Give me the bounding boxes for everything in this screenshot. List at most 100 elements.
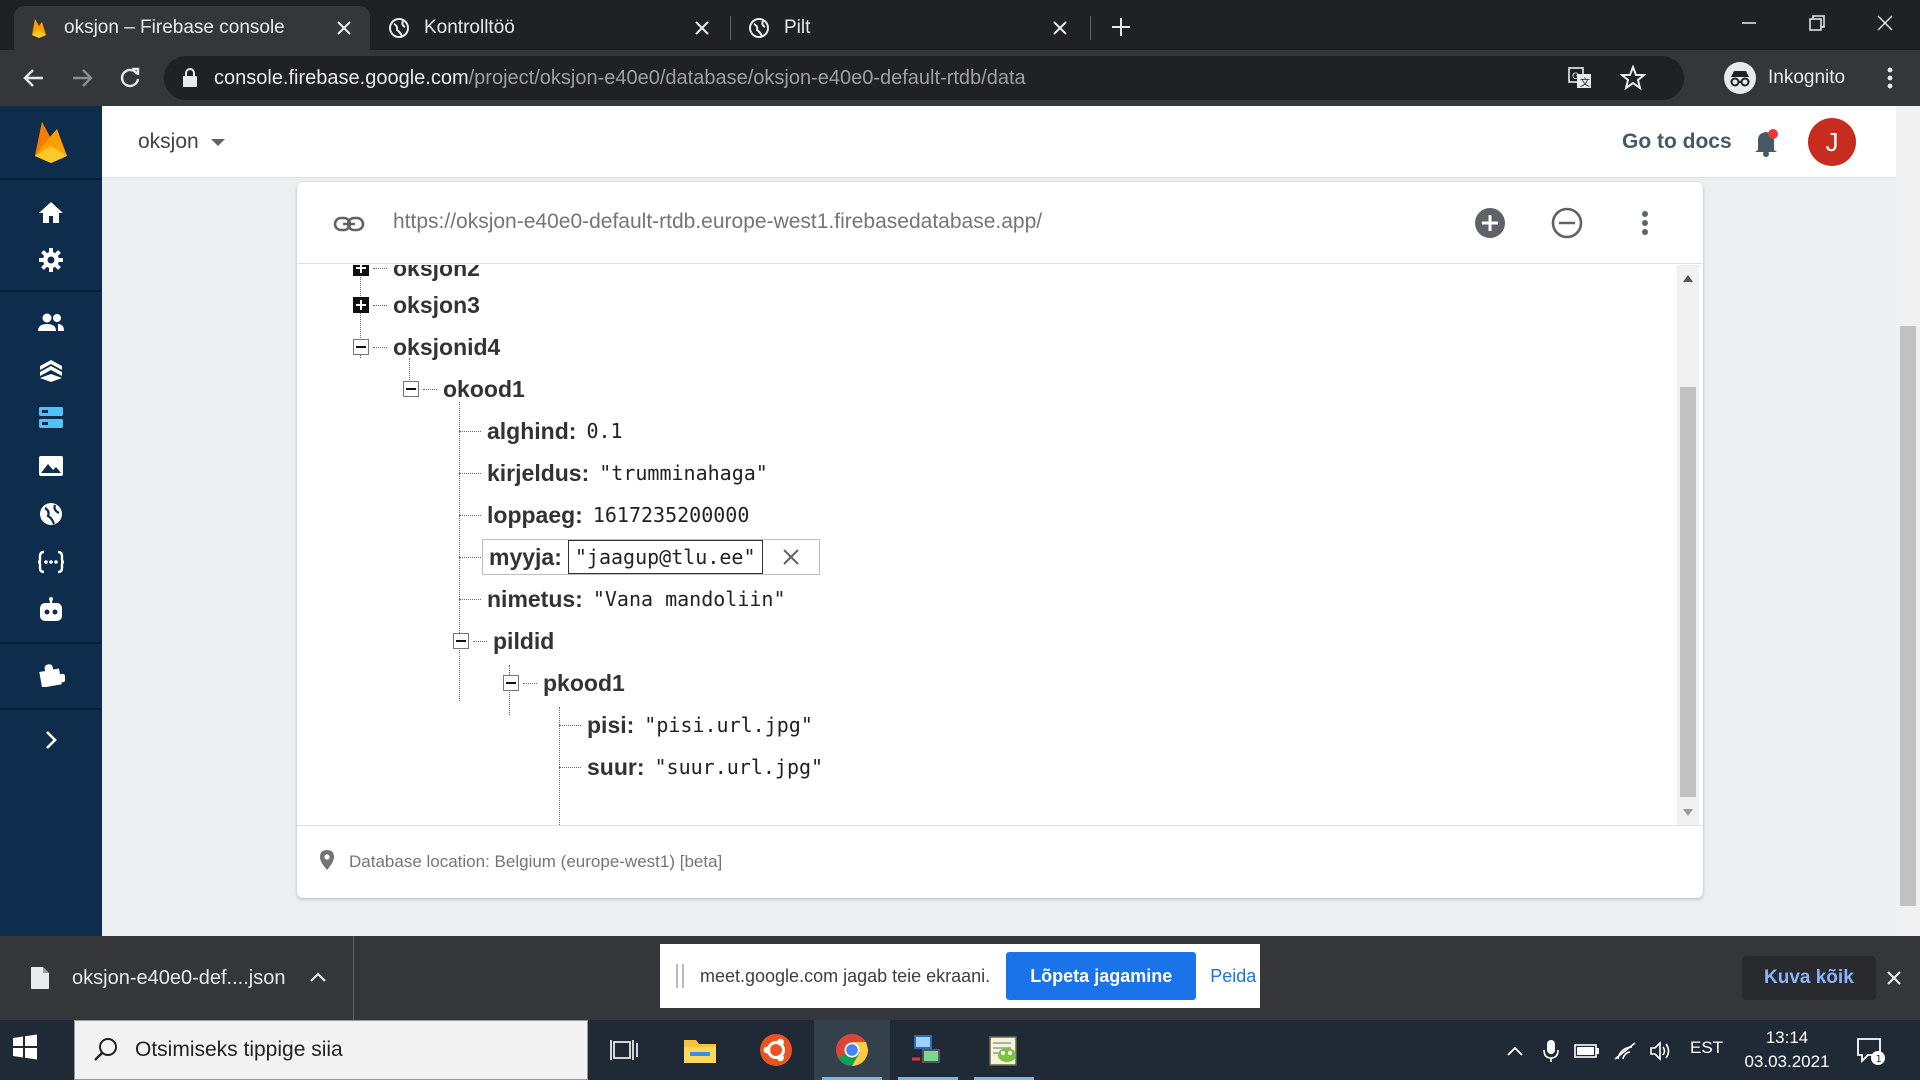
hide-button[interactable]: Peida [1210,966,1256,987]
tree-leaf-suur[interactable]: suur: "suur.url.jpg" [559,750,823,784]
browser-toolbar: console.firebase.google.com/project/oksj… [0,50,1920,106]
leaf-value[interactable]: 1617235200000 [593,503,750,527]
wifi-icon[interactable] [1612,1038,1638,1064]
volume-icon[interactable] [1648,1038,1674,1064]
chevron-up-icon[interactable] [306,966,330,990]
realtime-database-icon[interactable] [35,402,67,434]
scroll-down-arrow-icon[interactable] [1683,809,1693,816]
expand-node-icon[interactable] [353,265,369,276]
leaf-value[interactable]: "suur.url.jpg" [655,755,824,779]
edit-value-input[interactable]: "jaagup@tlu.ee" [567,540,763,574]
firebase-logo-icon[interactable] [32,120,70,164]
bookmark-star-icon[interactable] [1619,64,1647,91]
stop-sharing-button[interactable]: Lõpeta jagamine [1006,952,1197,1000]
incognito-indicator[interactable]: Inkognito [1718,56,1859,100]
action-center-icon[interactable]: 1 [1856,1036,1886,1066]
chrome-menu-button[interactable] [1874,62,1906,94]
chrome-taskbar-icon[interactable] [814,1020,890,1080]
network-app-icon[interactable] [890,1020,966,1080]
expand-sidebar-chevron-icon[interactable] [35,724,67,756]
reload-button[interactable] [114,62,146,94]
hosting-globe-icon[interactable] [35,498,67,530]
close-window-button[interactable] [1862,8,1908,38]
tab-title: oksjon – Firebase console [64,17,285,38]
tree-leaf-nimetus[interactable]: nimetus: "Vana mandoliin" [459,582,786,616]
drag-handle-icon[interactable] [676,964,684,988]
taskbar-search-box[interactable]: Otsimiseks tippige siia [74,1020,588,1080]
sidebar-divider [0,642,102,644]
tree-node-oksjon3[interactable]: oksjon3 [353,288,480,322]
close-downloads-bar-icon[interactable] [1880,964,1908,992]
collapse-node-icon[interactable] [353,339,369,355]
close-tab-icon[interactable] [690,16,714,40]
tree-scrollbar[interactable] [1677,265,1699,825]
tab-pilt[interactable]: Pilt [734,6,1086,50]
close-tab-icon[interactable] [1048,16,1072,40]
tree-leaf-loppaeg[interactable]: loppaeg: 1617235200000 [459,498,749,532]
page-scrollbar[interactable] [1896,106,1920,936]
leaf-value[interactable]: 0.1 [586,419,622,443]
back-button[interactable] [18,62,50,94]
settings-gear-icon[interactable] [35,244,67,276]
tab-firebase-console[interactable]: oksjon – Firebase console [14,6,370,50]
leaf-key: suur: [587,753,645,780]
tree-node-oksjonid4[interactable]: oksjonid4 [353,330,500,364]
tree-leaf-pisi[interactable]: pisi: "pisi.url.jpg" [559,708,813,742]
page-scrollbar-thumb[interactable] [1900,326,1916,906]
download-item[interactable]: oksjon-e40e0-def....json [0,936,354,1020]
show-hidden-icons-chevron-icon[interactable] [1502,1038,1528,1064]
scroll-up-arrow-icon[interactable] [1683,275,1693,282]
tree-node-pkood1[interactable]: pkood1 [503,666,625,700]
lock-icon[interactable] [182,68,200,88]
notepad-plus-plus-icon[interactable] [966,1020,1042,1080]
extensions-puzzle-icon[interactable] [35,658,67,690]
microphone-icon[interactable] [1538,1038,1564,1064]
close-tab-icon[interactable] [332,16,356,40]
expand-node-icon[interactable] [353,297,369,313]
task-view-icon[interactable] [586,1020,662,1080]
scrollbar-thumb[interactable] [1680,387,1696,797]
forward-button[interactable] [66,62,98,94]
authentication-users-icon[interactable] [35,306,67,338]
leaf-value[interactable]: "pisi.url.jpg" [644,713,813,737]
leaf-value[interactable]: "Vana mandoliin" [593,587,786,611]
ubuntu-icon[interactable] [738,1020,814,1080]
project-selector[interactable]: oksjon [138,130,225,154]
system-clock[interactable]: 13:14 03.03.2021 [1742,1026,1832,1074]
ml-robot-icon[interactable] [35,594,67,626]
tree-node-pildid[interactable]: pildid [453,624,554,658]
cancel-edit-close-icon[interactable] [763,540,820,574]
windows-start-icon[interactable] [12,1034,56,1066]
battery-icon[interactable] [1574,1038,1600,1064]
tree-leaf-alghind[interactable]: alghind: 0.1 [459,414,623,448]
tree-node-okood1[interactable]: okood1 [403,372,525,406]
notifications-bell-icon[interactable] [1750,126,1782,158]
add-child-icon[interactable] [1473,206,1507,240]
tree-node-oksjon2[interactable]: oksjon2 [353,265,480,285]
show-all-downloads-button[interactable]: Kuva kõik [1742,956,1876,1000]
minimize-button[interactable] [1726,8,1772,38]
more-options-icon[interactable] [1628,206,1662,240]
collapse-node-icon[interactable] [453,633,469,649]
leaf-value[interactable]: "trumminahaga" [599,461,768,485]
input-language[interactable]: EST [1690,1038,1723,1058]
home-icon[interactable] [35,196,67,228]
avatar[interactable]: J [1808,118,1856,166]
restore-button[interactable] [1794,8,1840,38]
tree-leaf-kirjeldus[interactable]: kirjeldus: "trumminahaga" [459,456,768,490]
file-explorer-icon[interactable] [662,1020,738,1080]
link-icon[interactable] [333,208,365,240]
downloads-bar: oksjon-e40e0-def....json meet.google.com… [0,936,1920,1020]
firestore-icon[interactable] [35,354,67,386]
storage-image-icon[interactable] [35,450,67,482]
address-bar[interactable]: console.firebase.google.com/project/oksj… [164,56,1684,100]
database-url[interactable]: https://oksjon-e40e0-default-rtdb.europe… [393,210,1042,234]
collapse-node-icon[interactable] [403,381,419,397]
new-tab-button[interactable] [1106,12,1136,42]
collapse-node-icon[interactable] [503,675,519,691]
functions-icon[interactable] [35,546,67,578]
tab-kontrolltoo[interactable]: Kontrolltöö [374,6,728,50]
go-to-docs-link[interactable]: Go to docs [1622,130,1732,154]
translate-icon[interactable]: G文 [1568,66,1592,90]
remove-node-icon[interactable] [1550,206,1584,240]
